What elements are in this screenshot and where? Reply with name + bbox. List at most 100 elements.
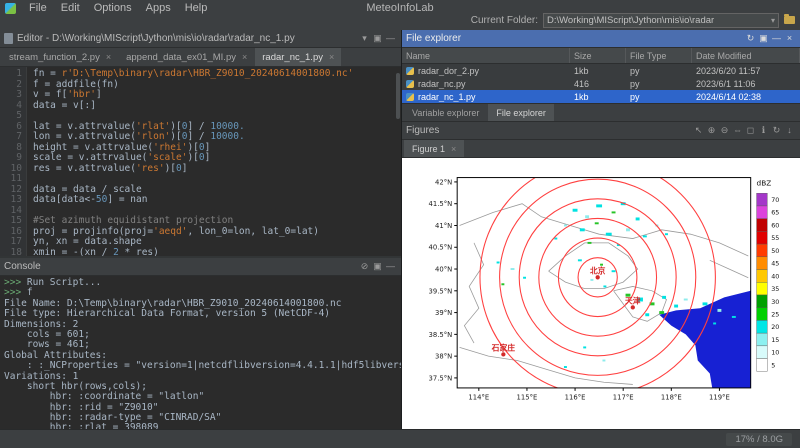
- column-header[interactable]: Date Modified: [692, 48, 800, 63]
- console-prompt: >>>: [4, 277, 21, 288]
- column-header[interactable]: Size: [570, 48, 626, 63]
- colorbar-label: 15: [771, 337, 779, 344]
- code-token: )[: [170, 121, 181, 132]
- minimize-icon[interactable]: —: [770, 32, 783, 45]
- code-token: data = v[:]: [33, 100, 96, 111]
- close-tab-icon[interactable]: ×: [329, 52, 334, 62]
- explorer-tabs: Variable explorerFile explorer: [402, 103, 800, 122]
- figure-tab-label: Figure 1: [412, 144, 445, 154]
- memory-indicator[interactable]: 17% / 8.0G: [726, 433, 792, 446]
- close-figure-icon[interactable]: ×: [451, 144, 456, 154]
- minimize-icon[interactable]: —: [384, 260, 397, 273]
- pan-icon[interactable]: ⇔: [731, 124, 744, 137]
- colorbar-cell: [757, 193, 768, 206]
- colorbar-label: 55: [771, 235, 779, 242]
- identify-icon[interactable]: ℹ: [757, 124, 770, 137]
- radar-echo: [684, 299, 688, 301]
- column-header[interactable]: File Type: [626, 48, 692, 63]
- minimize-icon[interactable]: —: [384, 32, 397, 45]
- float-icon[interactable]: ▣: [371, 32, 384, 45]
- editor-scrollbar[interactable]: [396, 73, 400, 119]
- full-extent-icon[interactable]: ◻: [744, 124, 757, 137]
- file-size-cell: 416: [570, 79, 626, 89]
- menu-item-help[interactable]: Help: [178, 1, 215, 15]
- select-arrow-icon[interactable]: ↖: [692, 124, 705, 137]
- zoom-in-icon[interactable]: ⊕: [705, 124, 718, 137]
- file-row[interactable]: radar_nc.py416py2023/6/1 11:06: [402, 77, 800, 90]
- radar-map[interactable]: 114°E115°E116°E117°E118°E119°E42°N41.5°N…: [402, 158, 800, 430]
- code-line: data[data<-50] = nan: [33, 195, 401, 206]
- float-icon[interactable]: ▣: [757, 32, 770, 45]
- colorbar-cell: [757, 270, 768, 283]
- colorbar-label: 30: [771, 299, 779, 306]
- file-row[interactable]: radar_dor_2.py1kbpy2023/6/20 11:57: [402, 64, 800, 77]
- line-number: 11: [0, 174, 22, 185]
- colorbar-cell: [757, 333, 768, 346]
- code-area[interactable]: 123456789101112131415161718 fn = r'D:\Te…: [0, 67, 401, 256]
- code-token: scale = v.attrvalue(: [33, 152, 147, 163]
- column-header[interactable]: Name: [402, 48, 570, 63]
- tab-variable-explorer[interactable]: Variable explorer: [404, 104, 487, 121]
- file-size-cell: 1kb: [570, 92, 626, 102]
- browse-folder-icon[interactable]: [784, 16, 795, 24]
- colorbar-label: 70: [771, 197, 779, 204]
- menu-item-file[interactable]: File: [22, 1, 54, 15]
- radar-echo: [665, 233, 668, 235]
- menu-item-apps[interactable]: Apps: [139, 1, 178, 15]
- colorbar-cell: [757, 295, 768, 308]
- left-column: Editor - D:\Working\MIScript\Jython\mis\…: [0, 30, 402, 430]
- save-figure-icon[interactable]: ↓: [783, 124, 796, 137]
- file-row[interactable]: radar_nc_1.py1kbpy2024/6/14 02:38: [402, 90, 800, 103]
- file-modified-cell: 2023/6/1 11:06: [692, 79, 800, 89]
- code-token: ]: [205, 152, 211, 163]
- zoom-out-icon[interactable]: ⊖: [718, 124, 731, 137]
- code-token: 10000.: [210, 131, 244, 142]
- console-output[interactable]: >>> Run Script...>>> fFile Name: D:\Temp…: [0, 276, 401, 430]
- line-number: 7: [0, 132, 22, 143]
- code-token: data = data / scale: [33, 184, 142, 195]
- editor-tab[interactable]: append_data_ex01_MI.py×: [119, 48, 254, 66]
- tab-file-explorer[interactable]: File explorer: [488, 104, 554, 121]
- code-token: )[: [187, 152, 198, 163]
- file-table-column-headers: NameSizeFile TypeDate Modified: [402, 48, 800, 64]
- x-tick-label: 114°E: [468, 394, 489, 402]
- editor-tab-row: stream_function_2.py×append_data_ex01_MI…: [0, 48, 401, 67]
- float-icon[interactable]: ▣: [371, 260, 384, 273]
- console-prompt: >>>: [4, 287, 21, 298]
- close-icon[interactable]: ×: [783, 32, 796, 45]
- city-label: 北京: [590, 265, 606, 275]
- close-tab-icon[interactable]: ×: [242, 52, 247, 62]
- console-header-icons: ⊘▣—: [358, 260, 397, 273]
- y-tick-label: 40.5°N: [429, 244, 453, 252]
- tab-figure-1[interactable]: Figure 1 ×: [404, 140, 464, 157]
- collapse-icon[interactable]: ▾: [358, 32, 371, 45]
- radar-map-svg[interactable]: 114°E115°E116°E117°E118°E119°E42°N41.5°N…: [402, 158, 800, 430]
- editor-tab[interactable]: stream_function_2.py×: [2, 48, 118, 66]
- radar-echo: [554, 238, 557, 240]
- city-label: 石家庄: [491, 342, 516, 352]
- colorbar-label: 40: [771, 273, 779, 280]
- rotate-icon[interactable]: ↻: [770, 124, 783, 137]
- current-folder-combobox[interactable]: D:\Working\MIScript\Jython\mis\io\radar …: [543, 13, 779, 28]
- file-name-cell: radar_nc.py: [402, 79, 570, 89]
- status-bar: 17% / 8.0G: [0, 429, 800, 448]
- code-token: f = addfile(fn): [33, 79, 119, 90]
- chevron-down-icon[interactable]: ▾: [771, 16, 775, 25]
- menu-item-options[interactable]: Options: [87, 1, 139, 15]
- radar-echo: [523, 277, 526, 279]
- refresh-icon[interactable]: ↻: [744, 32, 757, 45]
- menu-item-edit[interactable]: Edit: [54, 1, 87, 15]
- line-number: 15: [0, 216, 22, 227]
- code-token: 'rlon': [136, 131, 170, 142]
- colorbar-label: 60: [771, 222, 779, 229]
- editor-gutter: 123456789101112131415161718: [0, 67, 27, 256]
- close-tab-icon[interactable]: ×: [106, 52, 111, 62]
- current-folder-row: Current Folder: D:\Working\MIScript\Jyth…: [471, 12, 795, 28]
- python-file-icon: [406, 93, 414, 101]
- clear-console-icon[interactable]: ⊘: [358, 260, 371, 273]
- y-tick-label: 41.5°N: [429, 200, 453, 208]
- code-token: 'aeqd': [153, 226, 187, 237]
- editor-tab[interactable]: radar_nc_1.py×: [255, 48, 341, 66]
- code-lines[interactable]: fn = r'D:\Temp\binary\radar\HBR_Z9010_20…: [27, 67, 401, 256]
- figures-toolbar: ↖⊕⊖⇔◻ℹ↻↓: [692, 124, 796, 137]
